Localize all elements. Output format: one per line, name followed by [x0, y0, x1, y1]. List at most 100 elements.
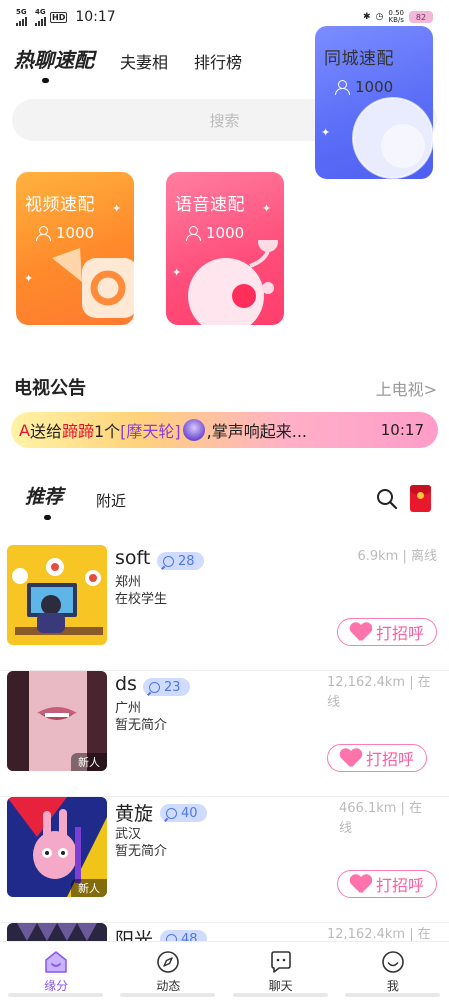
ferris-wheel-icon [182, 419, 205, 441]
new-user-badge: 新人 [71, 753, 107, 771]
nav-item-chat[interactable]: 聊天 [225, 942, 337, 1000]
card-title: 视频速配 [25, 195, 95, 215]
hd-badge: HD [50, 11, 68, 23]
user-bio: 暂无简介 [115, 718, 168, 733]
marquee-text: 送给 [29, 422, 62, 441]
home-icon [45, 951, 67, 973]
nav-label: 动态 [156, 979, 181, 993]
user-distance: 466.1km | 在线 [339, 801, 423, 836]
avatar[interactable] [7, 545, 107, 645]
nav-label: 缘分 [44, 979, 69, 993]
card-title: 语音速配 [175, 195, 245, 215]
card-count: 1000 [36, 224, 94, 242]
level-badge: 48 [160, 930, 207, 941]
signal-1: 5G [16, 7, 27, 26]
avatar[interactable]: 新人 [7, 797, 107, 897]
nav-item-moments[interactable]: 动态 [112, 942, 224, 1000]
camera-icon [52, 248, 134, 318]
avatar-illustration [7, 545, 107, 645]
user-distance: 12,162.4km | 在 [327, 927, 431, 941]
nav-label: 聊天 [268, 979, 293, 993]
microphone-icon [188, 240, 278, 325]
search-icon[interactable] [376, 488, 398, 510]
red-packet-icon[interactable] [410, 485, 431, 512]
battery-icon: 82 [409, 11, 433, 23]
level-value: 28 [178, 553, 195, 569]
level-badge: 28 [157, 552, 204, 570]
nav-item-yuanfen[interactable]: 缘分 [0, 942, 112, 1000]
user-name: ds [115, 673, 137, 695]
list-item[interactable]: 新人 黄旋 40 武汉 暂无简介 466.1km | 在线 打招呼 [0, 797, 449, 923]
active-tab-indicator [42, 78, 49, 83]
marquee-text: ,掌声响起来... [206, 422, 308, 441]
user-icon [36, 226, 51, 241]
nav-item-me[interactable]: 我 [337, 942, 449, 1000]
top-tabs: 热聊速配 夫妻相 排行榜 [14, 44, 268, 73]
voice-match-card[interactable]: 语音速配 1000 ✦ ✦ [166, 172, 284, 325]
marquee-gift: [摩天轮] [120, 422, 181, 441]
sparkle-icon: ✦ [321, 126, 331, 139]
level-badge: 40 [160, 804, 207, 822]
alarm-icon: ◷ [375, 12, 384, 22]
tv-link[interactable]: 上电视> [376, 376, 437, 400]
signal-2-label: 4G [35, 7, 46, 16]
card-count-value: 1000 [56, 224, 95, 242]
chat-bubble-icon [149, 681, 160, 693]
list-item[interactable]: 阳光 48 12,162.4km | 在 [0, 923, 449, 941]
chat-bubble-icon [166, 807, 177, 819]
tab-couple-face[interactable]: 夫妻相 [120, 49, 168, 73]
user-distance: 12,162.4km | 在线 [327, 675, 431, 710]
level-badge: 23 [143, 678, 190, 696]
tv-marquee[interactable]: A 送给 蹄蹄 1个 [摩天轮] ,掌声响起来... 10:17 [11, 412, 438, 448]
user-distance: 6.9km | 离线 [357, 549, 437, 564]
greet-button[interactable]: 打招呼 [327, 744, 427, 772]
greet-label: 打招呼 [375, 624, 424, 643]
sparkle-icon: ✦ [24, 272, 34, 285]
user-name: 阳光 [115, 929, 154, 941]
sparkle-icon: ✦ [262, 202, 272, 215]
greet-label: 打招呼 [375, 876, 424, 895]
chat-bubble-icon [163, 555, 174, 567]
tab-hot-match[interactable]: 热聊速配 [14, 44, 94, 73]
list-item[interactable]: soft 28 郑州 在校学生 6.9km | 离线 打招呼 [0, 545, 449, 671]
heart-icon [350, 874, 372, 894]
tv-section-title: 电视公告 [14, 378, 86, 399]
chat-bubble-icon [166, 933, 177, 941]
avatar[interactable]: 新人 [7, 671, 107, 771]
user-bio: 暂无简介 [115, 844, 168, 859]
list-item[interactable]: 新人 ds 23 广州 暂无简介 12,162.4km | 在线 打招呼 [0, 671, 449, 797]
tab-ranking[interactable]: 排行榜 [194, 49, 242, 73]
home-indicator [8, 993, 103, 997]
greet-label: 打招呼 [365, 750, 414, 769]
signal-1-label: 5G [16, 7, 27, 16]
sparkle-icon: ✦ [172, 266, 182, 279]
avatar[interactable] [7, 923, 107, 941]
user-name: 黄旋 [115, 803, 154, 825]
tab-recommend[interactable]: 推荐 [25, 482, 63, 509]
signal-2-bars-icon [35, 16, 46, 26]
status-right: ✱ ◷ 0.50 KB/s 82 [363, 10, 433, 24]
tab-nearby[interactable]: 附近 [96, 490, 126, 511]
greet-button[interactable]: 打招呼 [337, 870, 437, 898]
avatar-illustration [7, 923, 107, 941]
card-title: 同城速配 [324, 49, 394, 69]
user-name: soft [115, 547, 151, 569]
marquee-text: 1个 [93, 422, 121, 441]
network-speed: 0.50 KB/s [388, 9, 404, 24]
greet-button[interactable]: 打招呼 [337, 618, 437, 646]
video-match-card[interactable]: 视频速配 1000 ✦ ✦ [16, 172, 134, 325]
level-value: 23 [164, 679, 181, 695]
city-match-card[interactable]: 同城速配 1000 ✦ [315, 26, 433, 179]
planet-icon [352, 97, 433, 179]
signal-1-bars-icon [16, 16, 27, 26]
level-value: 48 [181, 931, 198, 942]
sub-tab-indicator [44, 515, 51, 520]
marquee-prefix: A [19, 420, 30, 440]
home-indicator [233, 993, 328, 997]
compass-icon [157, 951, 180, 973]
smile-icon [382, 951, 404, 973]
marquee-time: 10:17 [380, 421, 424, 439]
signal-2: 4G [35, 7, 46, 26]
status-left: 5G 4G HD 10:17 [16, 7, 116, 26]
chat-icon [270, 951, 291, 973]
